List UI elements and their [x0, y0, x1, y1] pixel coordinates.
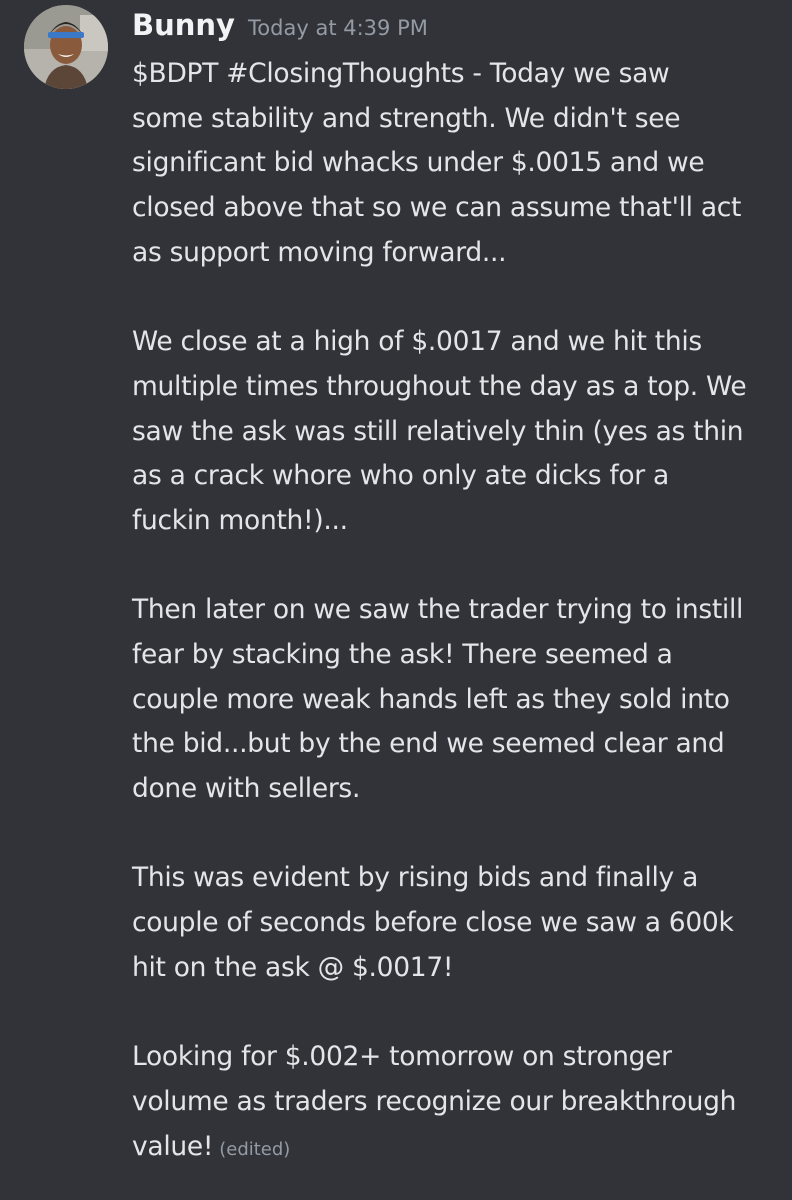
- message-line-text: value!: [132, 1130, 214, 1162]
- message-timestamp: Today at 4:39 PM: [248, 16, 428, 40]
- message-line: saw the ask was still relatively thin (y…: [132, 415, 744, 447]
- message-content: $BDPT #ClosingThoughts - Today we saw so…: [132, 52, 780, 1169]
- message-line: Then later on we saw the trader trying t…: [132, 594, 744, 626]
- message-header: Bunny Today at 4:39 PM: [132, 8, 428, 52]
- user-avatar[interactable]: [24, 5, 108, 89]
- message-line: some stability and strength. We didn't s…: [132, 102, 681, 134]
- message-line: as support moving forward...: [132, 236, 507, 268]
- message-line: couple more weak hands left as they sold…: [132, 683, 730, 715]
- message-line: the bid...but by the end we seemed clear…: [132, 728, 725, 760]
- message-line: This was evident by rising bids and fina…: [132, 862, 699, 894]
- message-line: fear by stacking the ask! There seemed a: [132, 638, 673, 670]
- message-line: $BDPT #ClosingThoughts - Today we saw: [132, 58, 670, 89]
- last-message-line: value! (edited): [132, 1125, 780, 1170]
- message-line: volume as traders recognize our breakthr…: [132, 1085, 737, 1117]
- message-line: fuckin month!)...: [132, 504, 348, 536]
- edited-indicator: (edited): [219, 1138, 291, 1160]
- message-line: closed above that so we can assume that'…: [132, 192, 742, 224]
- message-line: significant bid whacks under $.0015 and …: [132, 147, 705, 179]
- message-line: hit on the ask @ $.0017!: [132, 951, 454, 983]
- avatar-image: [24, 5, 108, 89]
- message-line: multiple times throughout the day as a t…: [132, 370, 747, 402]
- message-line: as a crack whore who only ate dicks for …: [132, 460, 669, 492]
- chat-message: Bunny Today at 4:39 PM $BDPT #ClosingTho…: [0, 0, 792, 1200]
- message-line: We close at a high of $.0017 and we hit …: [132, 326, 702, 358]
- message-line: done with sellers.: [132, 773, 361, 804]
- message-line: Looking for $.002+ tomorrow on stronger: [132, 1041, 672, 1073]
- message-line: couple of seconds before close we saw a …: [132, 907, 734, 939]
- author-name[interactable]: Bunny: [132, 8, 235, 42]
